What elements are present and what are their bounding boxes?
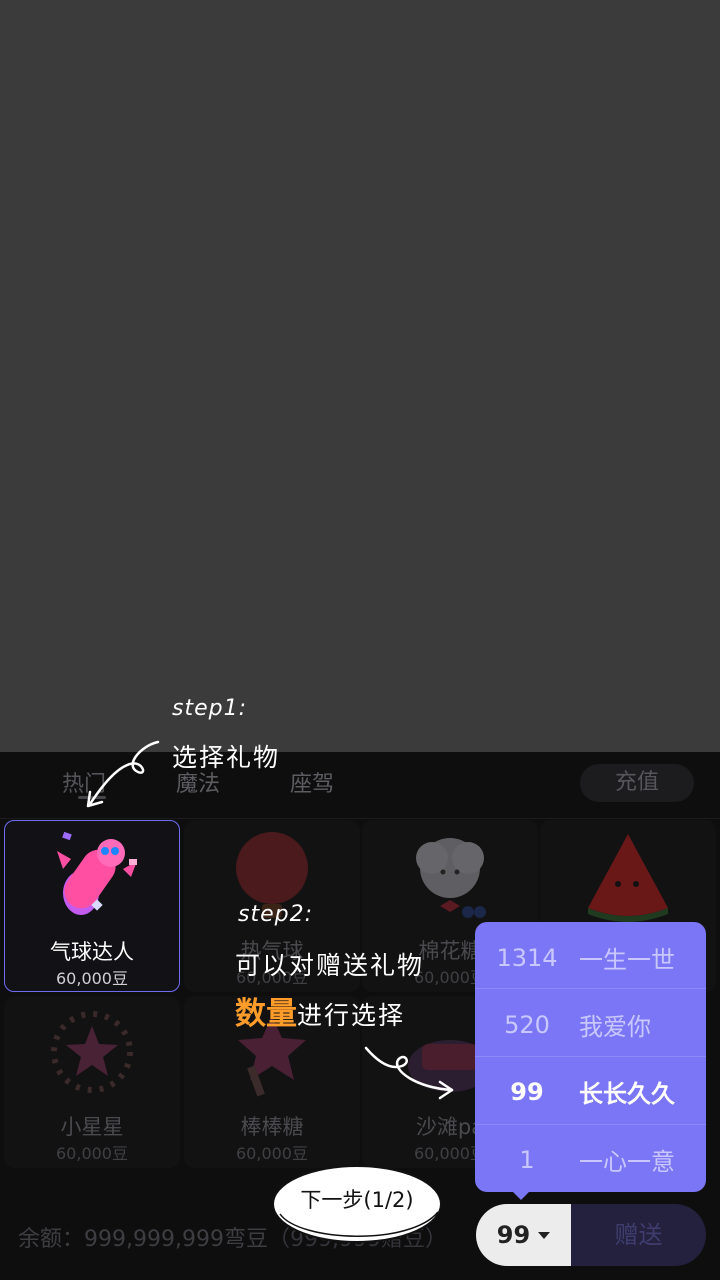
gift-price: 60,000豆 <box>56 969 128 988</box>
step2-line1: 可以对赠送礼物 <box>235 951 425 980</box>
divider <box>475 1056 706 1057</box>
live-video-area <box>0 0 720 752</box>
star-icon <box>51 1011 133 1093</box>
watermelon-icon <box>588 834 668 922</box>
divider <box>475 1124 706 1125</box>
send-control: 99 赠送 <box>476 1204 706 1266</box>
caret-down-icon <box>538 1231 551 1239</box>
option-text: 我爱你 <box>579 1013 651 1041</box>
quantity-option[interactable]: 520 我爱你 <box>475 991 706 1058</box>
quantity-option[interactable]: 1314 一生一世 <box>475 924 706 991</box>
step2-line2: 数量进行选择 <box>235 988 405 1033</box>
gift-name: 气球达人 <box>50 940 134 964</box>
gift-price: 60,000豆 <box>236 1144 308 1163</box>
option-number: 1314 <box>496 943 558 972</box>
gift-card[interactable]: 小星星 60,000豆 <box>4 996 180 1168</box>
recharge-button[interactable]: 充值 <box>580 764 694 802</box>
balance-text: 余额：999,999,999弯豆 <box>18 1227 268 1252</box>
option-number: 99 <box>510 1077 544 1106</box>
quantity-value: 99 <box>496 1221 531 1249</box>
tab-vehicle[interactable]: 座驾 <box>290 766 334 798</box>
divider <box>475 988 706 989</box>
send-button[interactable]: 赠送 <box>571 1204 706 1266</box>
quantity-selector[interactable]: 99 <box>476 1204 571 1266</box>
quantity-option-selected[interactable]: 99 长长久久 <box>475 1058 706 1125</box>
gift-card[interactable]: 气球达人 60,000豆 <box>4 820 180 992</box>
step1-label: step1: <box>172 696 247 721</box>
gift-price: 60,000豆 <box>56 1144 128 1163</box>
option-number: 1 <box>519 1145 535 1174</box>
step2-label: step2: <box>238 902 313 927</box>
next-step-button[interactable]: 下一步(1/2) <box>270 1184 444 1214</box>
gift-name: 小星星 <box>60 1115 124 1139</box>
quantity-popup: 1314 一生一世 520 我爱你 99 长长久久 1 一心一意 <box>475 922 706 1200</box>
curved-arrow-icon <box>86 740 160 808</box>
option-text: 长长久久 <box>579 1080 675 1108</box>
step2-accent: 数量 <box>235 996 297 1032</box>
step2-rest: 进行选择 <box>297 1001 406 1030</box>
option-number: 520 <box>504 1010 550 1039</box>
cotton-candy-icon <box>416 838 486 918</box>
curved-arrow-icon <box>364 1046 454 1100</box>
option-text: 一心一意 <box>579 1148 675 1176</box>
gift-name: 棒棒糖 <box>240 1115 304 1139</box>
quantity-option[interactable]: 1 一心一意 <box>475 1126 706 1193</box>
balloon-figure-icon <box>57 831 137 915</box>
step1-text: 选择礼物 <box>172 743 281 772</box>
option-text: 一生一世 <box>579 946 675 974</box>
